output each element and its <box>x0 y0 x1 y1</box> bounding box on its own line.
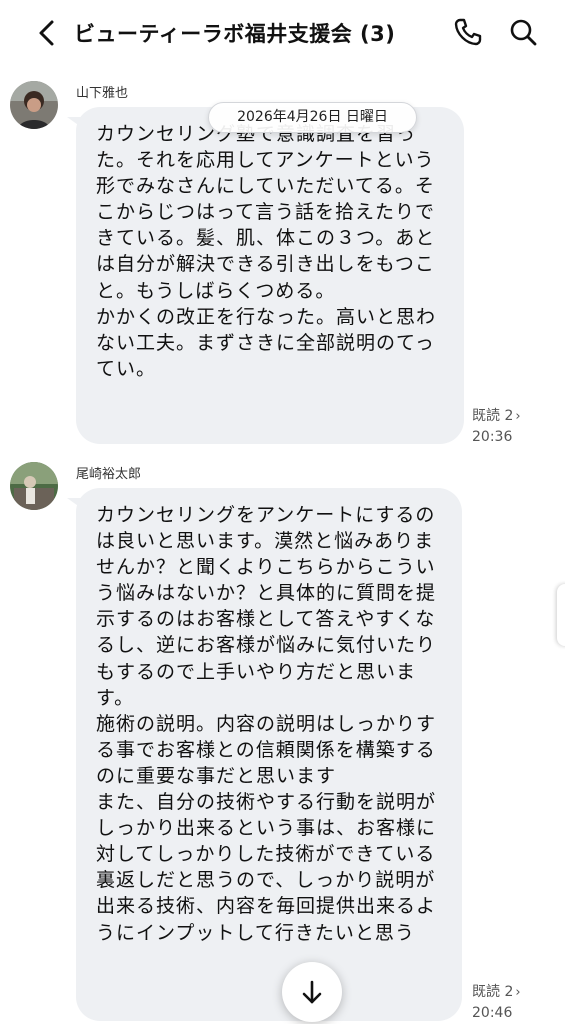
sender-name: 山下雅也 <box>76 86 129 101</box>
read-receipt[interactable]: 既読 2 › <box>472 982 521 1003</box>
message-meta: 既読 2 › 20:46 <box>472 982 521 1023</box>
read-receipt-label: 既読 2 <box>472 984 514 1000</box>
avatar-photo <box>10 462 58 510</box>
arrow-down-icon <box>302 980 322 1004</box>
read-receipt-label: 既読 2 <box>472 408 514 424</box>
chat-title: ビューティーラボ福井支援会 (3) <box>74 22 396 46</box>
date-separator: 2026年4月26日 日曜日 <box>208 102 417 133</box>
message-text: カウンセリング塾で意識調査を習った。それを応用してアンケートという形でみなさんに… <box>96 123 437 380</box>
chevron-left-icon[interactable] <box>34 18 60 48</box>
side-drawer-handle[interactable] <box>557 584 565 646</box>
message-time: 20:36 <box>472 429 513 445</box>
message-text: カウンセリングをアンケートにするのは良いと思います。漠然と悩みありませんか？と聞… <box>96 504 437 944</box>
search-icon[interactable] <box>507 16 539 48</box>
message-bubble[interactable]: カウンセリングをアンケートにするのは良いと思います。漠然と悩みありませんか？と聞… <box>76 488 462 1021</box>
chevron-right-icon: › <box>515 985 521 1000</box>
message-meta: 既読 2 › 20:36 <box>472 406 521 447</box>
avatar[interactable] <box>10 462 58 510</box>
message-bubble[interactable]: カウンセリング塾で意識調査を習った。それを応用してアンケートという形でみなさんに… <box>76 107 464 444</box>
message-time: 20:46 <box>472 1005 513 1021</box>
sender-name: 尾崎裕太郎 <box>76 467 142 482</box>
chevron-right-icon: › <box>515 409 521 424</box>
scroll-to-bottom-button[interactable] <box>282 962 342 1022</box>
phone-icon[interactable] <box>452 16 484 48</box>
avatar[interactable] <box>10 81 58 129</box>
chat-header: ビューティーラボ福井支援会 (3) <box>0 0 565 66</box>
avatar-photo <box>10 81 58 129</box>
read-receipt[interactable]: 既読 2 › <box>472 406 521 427</box>
